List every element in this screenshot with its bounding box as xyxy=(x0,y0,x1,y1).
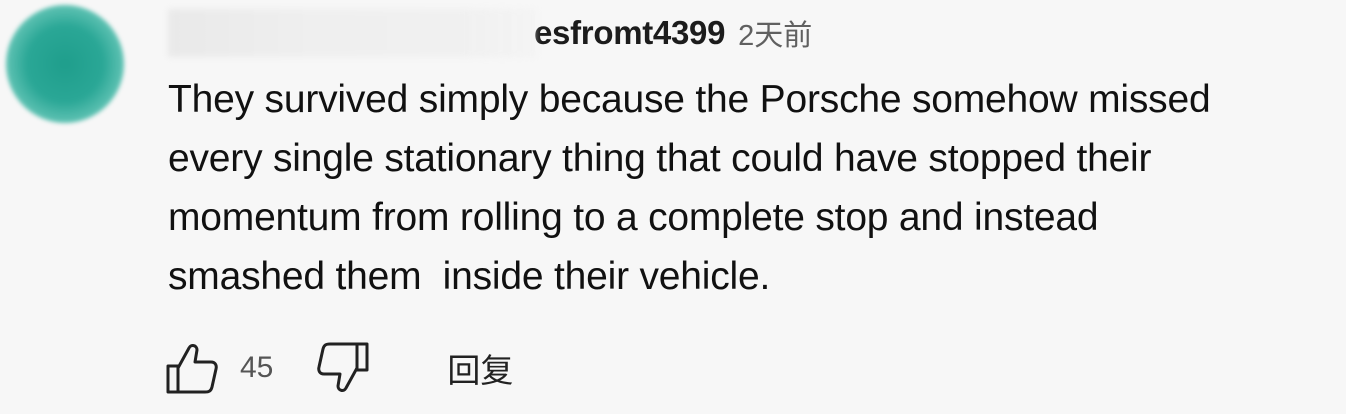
reply-button[interactable]: 回复 xyxy=(447,344,513,392)
dislike-button[interactable] xyxy=(313,338,373,398)
thumbs-down-icon xyxy=(317,342,369,392)
thumbs-up-icon xyxy=(166,344,218,394)
comment-timestamp[interactable]: 2天前 xyxy=(738,12,812,54)
author-name-text: esfromt4399 xyxy=(534,14,726,51)
avatar[interactable] xyxy=(6,5,124,123)
like-button[interactable] xyxy=(162,338,222,398)
comment-text: They survived simply because the Porsche… xyxy=(168,78,1211,298)
author-blur-redaction xyxy=(168,9,536,57)
comment-item: esfromt4399 2天前 They survived simply bec… xyxy=(0,0,1346,414)
like-count: 45 xyxy=(240,351,274,384)
comment-header: esfromt4399 2天前 xyxy=(168,8,812,58)
author-name[interactable]: esfromt4399 xyxy=(168,8,725,58)
comment-actions: 45 回复 xyxy=(162,338,513,398)
